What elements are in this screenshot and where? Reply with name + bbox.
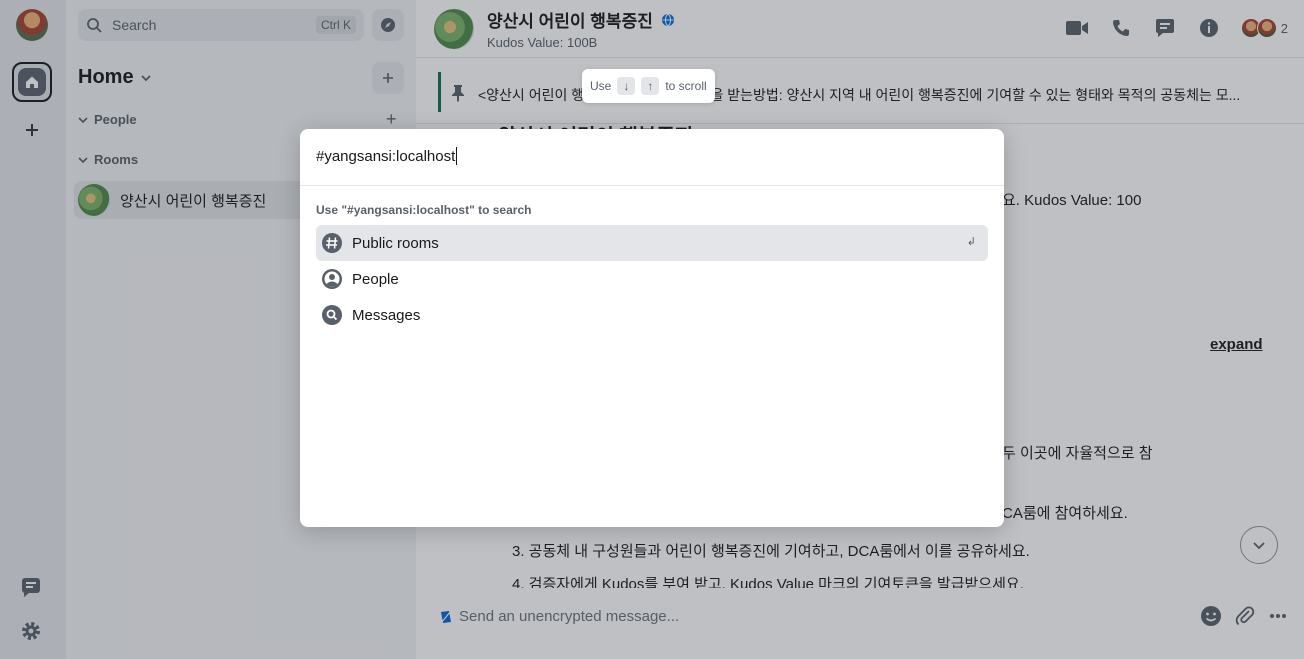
arrow-down-icon: ↓ [623,79,630,93]
enter-key-icon: ↲ [966,236,976,248]
option-public-rooms[interactable]: Public rooms ↲ [316,225,988,261]
option-people[interactable]: People [316,261,988,297]
spotlight-search-input[interactable]: #yangsansi:localhost [316,147,458,165]
arrow-down-key: ↓ [617,77,636,95]
text-caret [456,147,458,165]
arrow-up-key: ↑ [641,77,660,95]
search-hint: Use "#yangsansi:localhost" to search [316,203,532,217]
arrow-up-icon: ↑ [647,79,654,93]
option-messages[interactable]: Messages [316,297,988,333]
spotlight-search-dialog: #yangsansi:localhost Use "#yangsansi:loc… [300,129,1004,527]
divider [300,185,1004,186]
option-label: People [352,270,399,288]
option-label: Messages [352,306,421,324]
option-label: Public rooms [352,234,439,252]
search-query: #yangsansi:localhost [316,147,456,165]
search-icon [320,303,344,327]
person-icon [320,267,344,291]
tooltip-suffix: to scroll [665,79,707,93]
keyboard-hint-tooltip: Use ↓ ↑ to scroll [582,69,715,103]
tooltip-prefix: Use [590,79,612,93]
hash-icon [320,231,344,255]
